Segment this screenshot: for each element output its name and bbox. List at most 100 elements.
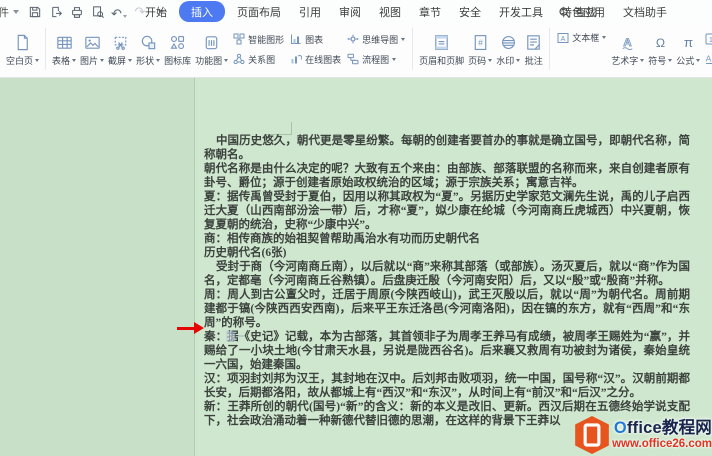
ribbon-button-relation-chart[interactable]: 关系图 (233, 53, 284, 66)
ribbon-button-picture[interactable]: 图片 (78, 30, 106, 68)
ribbon-button-table[interactable]: 表格 (50, 30, 78, 68)
paragraph[interactable]: 汉：项羽封刘邦为汉王，其封地在汉中。后刘邦击败项羽，统一中国，国号称“汉”。汉朝… (204, 372, 690, 400)
screenshot-icon (111, 33, 130, 52)
ribbon-label: 截屏 (108, 54, 126, 67)
ribbon-stack-charts: 图表 在线图表 (287, 33, 344, 66)
document-text: 中国历史悠久，朝代更是零星纷繁。每朝的创建者要首办的事就是确立国号，即朝代名称，… (204, 134, 690, 428)
paragraph[interactable]: 受封于商（今河南商丘南），以后就以“商”来称其部落（或部族）。汤灭夏后，就以“商… (204, 260, 690, 288)
paragraph[interactable]: 秦：据《史记》记载，本为古部落，其首领非子为周孝王养马有成绩，被周孝王赐姓为“嬴… (204, 330, 690, 372)
ribbon-button-blank-page[interactable]: 空白页 (4, 30, 41, 68)
comment-icon (524, 33, 543, 52)
picture-icon (83, 33, 102, 52)
ribbon-button-watermark[interactable]: 水印 (494, 30, 522, 68)
ribbon-button-screenshot[interactable]: 截屏 (106, 30, 134, 68)
text-box-icon: A (557, 32, 569, 44)
image-caption-line[interactable]: 历史朝代名(6张) (204, 246, 690, 260)
watermark-brand-text: Office教程网 (614, 420, 712, 437)
dropdown-caret-icon (100, 59, 104, 62)
dropdown-caret-icon (392, 58, 396, 61)
tab-review[interactable]: 审阅 (330, 2, 370, 22)
ribbon-button-insert-number[interactable]: 1 插入数字 (705, 33, 712, 46)
file-menu-label: 文件 (0, 4, 9, 20)
dropdown-caret-icon (224, 59, 228, 62)
save-icon (28, 5, 42, 19)
dropdown-caret-icon (640, 59, 644, 62)
dropdown-caret-icon (128, 59, 132, 62)
ribbon: 空白页 表格 图片 截屏 形状 图标库 功能图 (0, 23, 712, 78)
mind-map-icon (347, 33, 359, 45)
paragraph[interactable]: 商：相传商族的始祖契曾帮助禹治水有功而历史朝代名 (204, 232, 690, 246)
ribbon-button-shapes[interactable]: 形状 (134, 30, 162, 68)
tab-view[interactable]: 视图 (370, 2, 410, 22)
ribbon-label: 公式 (676, 54, 694, 67)
watermark-icon (499, 33, 518, 52)
ribbon-group-divider (45, 28, 46, 70)
save-button[interactable] (27, 4, 43, 20)
undo-button[interactable]: ↶ (111, 4, 127, 20)
ribbon-button-flowchart[interactable]: 流程图 (347, 53, 405, 66)
paragraph[interactable]: 朝代名称是由什么决定的呢？大致有五个来由：由部族、部落联盟的名称而来，来自创建者… (204, 162, 690, 190)
ribbon-button-online-chart[interactable]: 在线图表 (290, 53, 341, 66)
ribbon-label: 在线图表 (305, 53, 341, 66)
export-button[interactable] (48, 4, 64, 20)
ribbon-button-icon-library[interactable]: 图标库 (162, 30, 193, 68)
object-anchor-icon (226, 330, 244, 342)
ribbon-button-wordart[interactable]: A 艺术字 (609, 30, 646, 68)
relation-chart-icon (233, 53, 245, 65)
ribbon-button-text-box[interactable]: A 文本框 (557, 31, 606, 44)
tab-page-layout[interactable]: 页面布局 (228, 2, 290, 22)
ribbon-button-symbol[interactable]: Ω 符号 (646, 30, 674, 68)
wps-window: 文件 ↶ ↷ (0, 0, 712, 456)
file-menu-button[interactable]: 文件 (0, 4, 19, 20)
ribbon-label: 图表 (305, 33, 323, 46)
ribbon-label: 符号 (648, 54, 666, 67)
drop-cap-icon: A (705, 53, 712, 65)
ribbon-button-mind-map[interactable]: 思维导图 (347, 33, 405, 46)
ribbon-label: 文本框 (572, 31, 599, 44)
smart-graphic-icon (233, 33, 245, 45)
tab-references[interactable]: 引用 (290, 2, 330, 22)
dropdown-caret-icon (72, 59, 76, 62)
document-area[interactable]: 中国历史悠久，朝代更是零星纷繁。每朝的创建者要首办的事就是确立国号，即朝代名称，… (0, 78, 712, 456)
paragraph[interactable]: 夏：据传禹曾受封于夏伯，因用以称其政权为“夏”。另据历史学家范文澜先生说，禹的儿… (204, 190, 690, 232)
ribbon-label: 图标库 (164, 54, 191, 67)
page-number-icon: # (471, 33, 490, 52)
print-button[interactable] (69, 4, 85, 20)
annotation-arrow-icon (177, 322, 205, 334)
paragraph[interactable]: 中国历史悠久，朝代更是零星纷繁。每朝的创建者要首办的事就是确立国号，即朝代名称，… (204, 134, 690, 162)
tab-section[interactable]: 章节 (410, 2, 450, 22)
ribbon-button-formula[interactable]: π 公式 (674, 30, 702, 68)
print-preview-button[interactable] (90, 4, 106, 20)
watermark-url-text: www.office26.com (612, 439, 712, 451)
ribbon-button-page-number[interactable]: # 页码 (466, 30, 494, 68)
ribbon-label: 形状 (136, 54, 154, 67)
ribbon-label: 空白页 (6, 54, 33, 67)
ribbon-button-function-chart[interactable]: 功能图 (193, 30, 230, 68)
ribbon-label: 图片 (80, 54, 98, 67)
ribbon-button-header-footer[interactable]: 页眉和页脚 (417, 30, 466, 68)
symbol-icon: Ω (651, 33, 670, 52)
dropdown-caret-icon (156, 59, 160, 62)
ribbon-label: 水印 (496, 54, 514, 67)
office26-logo-icon (574, 415, 610, 455)
tab-home[interactable]: 开始 (136, 2, 176, 22)
ribbon-button-smart-graphic[interactable]: 智能图形 (233, 33, 284, 46)
ribbon-button-chart[interactable]: 图表 (290, 33, 341, 46)
ribbon-group-divider (549, 28, 550, 70)
tab-insert[interactable]: 插入 (179, 1, 225, 22)
tab-security[interactable]: 安全 (450, 2, 490, 22)
tab-developer[interactable]: 开发工具 (490, 2, 552, 22)
tab-document-assistant[interactable]: 文档助手 (614, 2, 676, 22)
ribbon-button-drop-cap[interactable]: A 首字下沉 (705, 53, 712, 66)
icon-library-icon (168, 33, 187, 52)
undo-icon: ↶ (111, 7, 122, 20)
table-icon (55, 33, 74, 52)
svg-text:Ω: Ω (656, 36, 665, 50)
function-chart-icon (202, 33, 221, 52)
ribbon-label: 艺术字 (611, 54, 638, 67)
insert-number-icon: 1 (705, 33, 712, 45)
ribbon-stack-textbox: A 文本框 (554, 26, 609, 72)
paragraph[interactable]: 周：周人到古公亶父时，迁居于周原(今陕西岐山)，武王灭殷以后，就以“周”为朝代名… (204, 288, 690, 330)
ribbon-button-comment[interactable]: 批注 (522, 30, 545, 68)
search-button[interactable]: 查找 (558, 4, 597, 20)
